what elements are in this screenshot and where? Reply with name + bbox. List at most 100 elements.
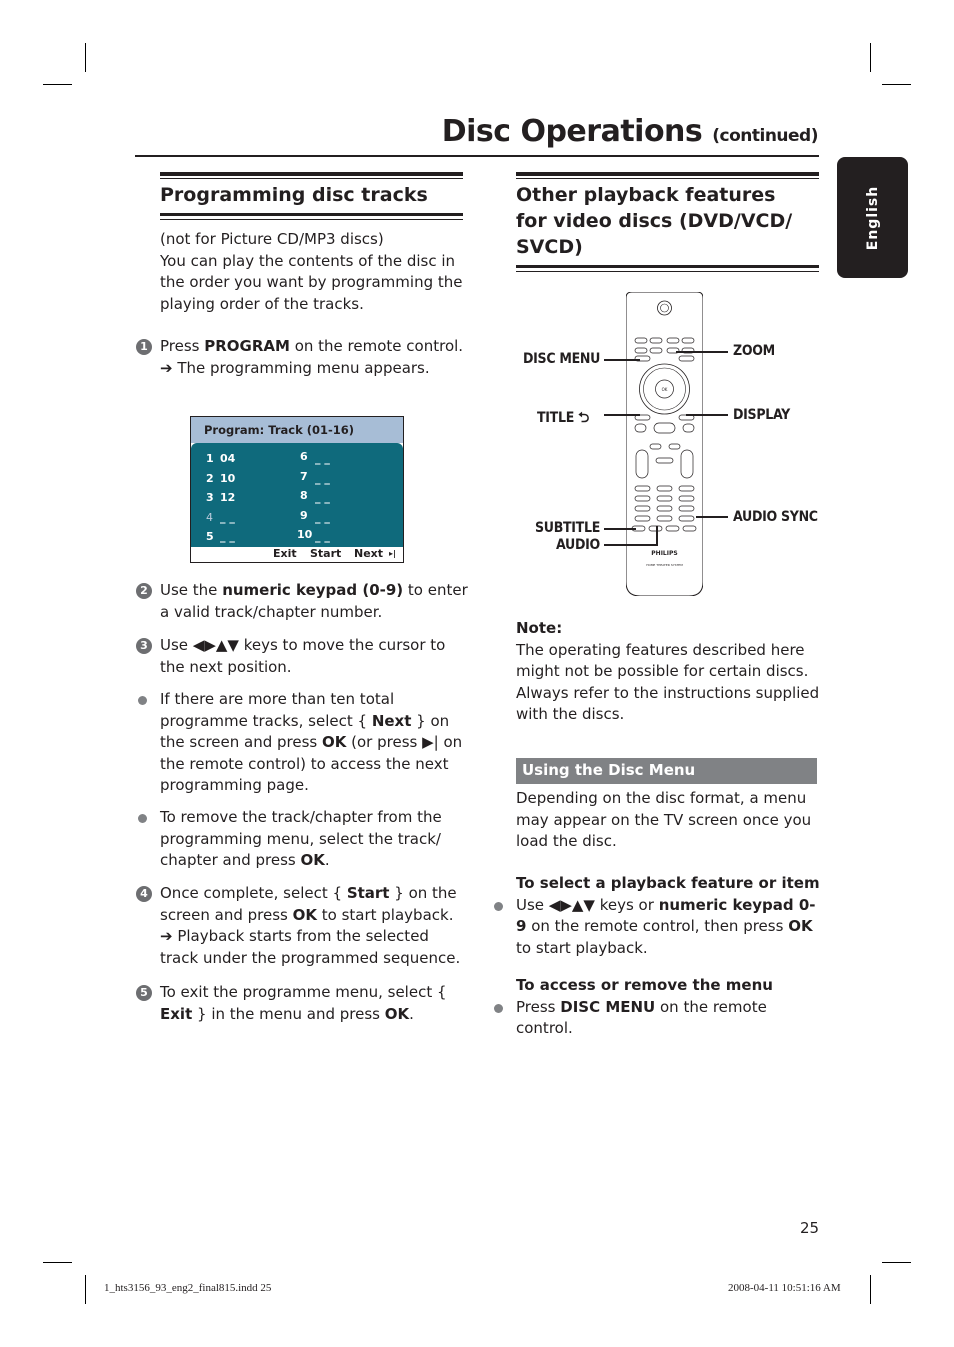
crop-mark (870, 1275, 871, 1304)
bullet-remove-track: To remove the track/chapter from the pro… (138, 807, 470, 872)
bullet-icon (494, 901, 503, 911)
program-slot-track[interactable]: _ _ (315, 491, 330, 504)
bullet-text: Use (516, 895, 549, 914)
callout-audio: AUDIO (556, 537, 600, 553)
heading-line: Other playback features (516, 184, 776, 206)
header-rule (135, 155, 819, 157)
program-slot-index: 4 (206, 511, 213, 524)
arrow-keys-icon: ◀▶▲▼ (192, 636, 239, 654)
step-key: OK (384, 1004, 410, 1023)
callout-line (604, 414, 640, 416)
page-number: 25 (800, 1219, 820, 1237)
bullet-key: OK (300, 851, 325, 869)
crop-mark (882, 84, 911, 85)
program-slot-index: 6 (300, 450, 308, 463)
step-key: PROGRAM (204, 337, 290, 355)
step-key: Start (346, 884, 390, 902)
access-menu-block: To access or remove the menu Press DISC … (494, 975, 821, 1040)
bullet-text: (or press (346, 733, 423, 751)
callout-line (604, 359, 640, 361)
program-menu-title: Program: Track (01-16) (204, 423, 355, 437)
intro-text: You can play the contents of the disc in… (160, 251, 463, 313)
note-label: Note: (516, 619, 563, 637)
remote-control-illustration: OK PHILIPS HOME THEATER SYSTEM (626, 292, 703, 596)
select-bullet: Use ◀▶▲▼ keys or numeric keypad 0-9 on t… (494, 895, 821, 960)
section-rule (516, 172, 819, 176)
step-number: 5 (136, 985, 152, 1001)
bullet-text: . (324, 851, 330, 869)
step-text: on the remote control. (289, 337, 464, 355)
bullet-icon (494, 1003, 503, 1013)
bullet-text: Press (516, 997, 561, 1016)
program-slot-track[interactable]: _ _ (315, 530, 330, 543)
step-text: To exit the programme menu, select { (160, 983, 447, 1001)
bullet-key: OK (322, 733, 347, 751)
subsection-header: Using the Disc Menu (516, 758, 817, 784)
step-text: Once complete, select { (160, 884, 347, 902)
section-rule (160, 213, 463, 216)
callout-line (604, 544, 658, 546)
crop-mark (882, 1262, 911, 1263)
power-icon (657, 300, 672, 316)
crop-mark (43, 84, 72, 85)
note-text: The operating features described here mi… (516, 640, 820, 724)
crop-mark (870, 43, 871, 72)
print-footer-timestamp: 2008-04-11 10:51:16 AM (728, 1282, 841, 1294)
section-rule (516, 178, 819, 179)
program-slot-track[interactable]: 04 (220, 452, 235, 465)
heading-line: SVCD) (516, 236, 583, 258)
access-bullet: Press DISC MENU on the remote control. (494, 997, 821, 1040)
subsection-intro: Depending on the disc format, a menu may… (516, 789, 812, 850)
callout-audio-sync: AUDIO SYNC (733, 509, 818, 525)
callout-line (676, 351, 728, 353)
program-slot-track[interactable]: 10 (220, 472, 235, 485)
section-heading-programming: Programming disc tracks (160, 184, 428, 206)
step-4: 4 Once complete, select { Start } on the… (136, 883, 470, 969)
step-key: OK (292, 905, 317, 924)
program-slot-index: 10 (297, 528, 313, 541)
select-feature-block: To select a playback feature or item Use… (494, 873, 821, 960)
brand-logo: PHILIPS (651, 550, 677, 557)
crop-mark (85, 1275, 86, 1304)
step-text: Use the (160, 581, 223, 599)
section-rule (160, 219, 463, 220)
program-slot-track[interactable]: _ _ (315, 472, 330, 485)
page-title-suffix: (continued) (712, 126, 818, 146)
bullet-key: Next (371, 711, 412, 730)
crop-mark (43, 1262, 72, 1263)
step-text: . (409, 1004, 414, 1023)
program-slot-track[interactable]: _ _ (315, 452, 330, 465)
program-menu-screen: Program: Track (01-16) 1 04 2 10 3 12 4 _ _ 5 _ _… (190, 416, 404, 563)
program-slot-track[interactable]: _ _ (315, 511, 330, 524)
step-result: The programming menu appears. (177, 358, 430, 377)
bullet-text: to start playback. (516, 938, 648, 957)
program-slot-track[interactable]: 12 (220, 491, 235, 504)
program-slot-track[interactable]: _ _ (220, 511, 235, 524)
bullet-text: on the remote control, then press (526, 917, 789, 935)
program-slot-index: 9 (300, 509, 308, 522)
access-heading: To access or remove the menu (516, 976, 773, 994)
arrow-keys-icon: ◀▶▲▼ (548, 895, 595, 914)
step-text: Use (160, 636, 193, 654)
callout-zoom: ZOOM (733, 343, 775, 359)
callout-line (604, 528, 636, 530)
program-slot-track[interactable]: _ _ (220, 530, 235, 543)
step-2: 2 Use the numeric keypad (0-9) to enter … (136, 580, 470, 623)
callout-line (696, 516, 728, 518)
program-slot-index: 2 (206, 472, 214, 485)
step-5: 5 To exit the programme menu, select { E… (136, 982, 470, 1025)
step-3: 3 Use ◀▶▲▼ keys to move the cursor to th… (136, 635, 470, 678)
callout-title-label: TITLE (537, 410, 575, 426)
print-footer-file: 1_hts3156_93_eng2_final815.indd 25 (104, 1282, 272, 1294)
bullet-icon (138, 696, 147, 705)
language-tab: English (837, 157, 908, 278)
program-slot-index: 1 (206, 452, 214, 465)
step-text: } in the menu and press (192, 1004, 385, 1023)
program-exit-button[interactable]: Exit (273, 547, 297, 560)
program-start-button[interactable]: Start (310, 547, 341, 560)
callout-title: TITLE ⮌ (537, 407, 589, 431)
note: Note: The operating features described h… (516, 618, 821, 726)
callout-disc-menu: DISC MENU (523, 351, 601, 367)
heading-line: for video discs (DVD/VCD/ (516, 210, 793, 232)
program-next-button[interactable]: Next (354, 547, 383, 560)
